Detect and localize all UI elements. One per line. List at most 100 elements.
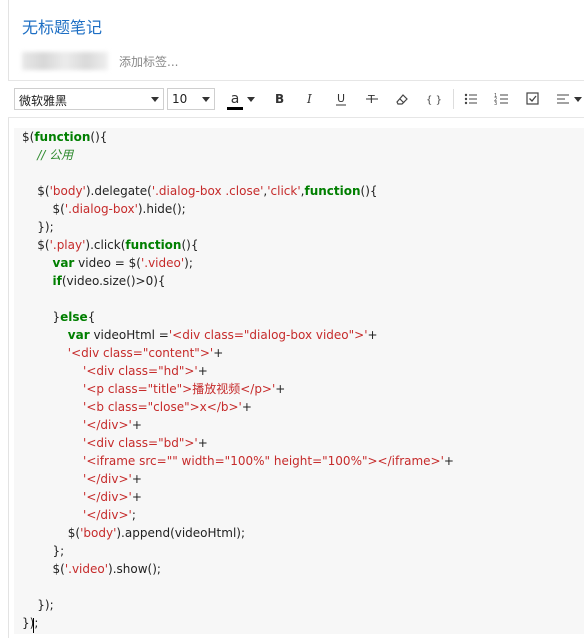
- code-line: $(function(){: [22, 128, 454, 146]
- italic-button[interactable]: I: [302, 89, 318, 109]
- code-token: +: [197, 364, 208, 378]
- font-size-select[interactable]: 10: [167, 88, 215, 110]
- code-token: });: [22, 220, 54, 234]
- note-title[interactable]: 无标题笔记: [22, 14, 102, 38]
- code-token: video = $(: [74, 256, 141, 270]
- code-token: +: [275, 382, 286, 396]
- code-line: };: [22, 542, 454, 560]
- code-token: $(: [22, 526, 81, 540]
- code-token: // 公用: [37, 148, 74, 162]
- code-token: else: [60, 310, 88, 324]
- code-token: '.dialog-box': [64, 202, 138, 216]
- code-token: '</div>': [83, 490, 132, 504]
- code-line: '<div class="bd">'+: [22, 434, 454, 452]
- strikethrough-icon: T: [366, 93, 378, 106]
- code-token: 'click': [267, 184, 301, 198]
- code-line: });: [22, 614, 454, 632]
- code-token: '<div class="content">': [67, 346, 214, 360]
- chevron-down-icon: [574, 97, 582, 102]
- code-token: {: [87, 310, 96, 324]
- color-underline: [227, 107, 243, 110]
- bullet-list-button[interactable]: [463, 89, 479, 109]
- code-token: '</div>': [83, 418, 132, 432]
- bullet-list-icon: [464, 93, 477, 105]
- code-token: '<div class="hd">': [83, 364, 198, 378]
- code-token: videoHtml =: [89, 328, 169, 342]
- align-button[interactable]: [556, 89, 572, 109]
- code-line: if(video.size()>0){: [22, 272, 454, 290]
- chevron-down-icon: [202, 97, 210, 102]
- underline-button[interactable]: U: [333, 89, 349, 109]
- svg-text:3: 3: [494, 101, 497, 107]
- chevron-down-icon: [151, 97, 159, 102]
- code-button[interactable]: { }: [424, 89, 444, 109]
- code-token: +: [131, 490, 142, 504]
- code-token: (video.size()>0){: [61, 274, 166, 288]
- code-line: }else{: [22, 308, 454, 326]
- code-token: ).delegate(: [85, 184, 152, 198]
- code-line: '</div>'+: [22, 488, 454, 506]
- code-token: });: [22, 616, 39, 630]
- code-block: $(function(){ // 公用 $('body').delegate('…: [22, 128, 454, 632]
- add-tag-input[interactable]: 添加标签...: [119, 53, 178, 70]
- font-family-value: 微软雅黑: [19, 94, 68, 108]
- font-size-value: 10: [172, 92, 188, 106]
- code-token: function: [125, 238, 182, 252]
- code-token: $(: [22, 238, 50, 252]
- code-line: $('body').delegate('.dialog-box .close',…: [22, 182, 454, 200]
- code-line: var videoHtml ='<div class="dialog-box v…: [22, 326, 454, 344]
- formatting-toolbar: 微软雅黑 10 a B I U T { } 1 2 3: [8, 80, 584, 118]
- code-token: ).hide();: [137, 202, 186, 216]
- code-line: '<b class="close">x</b>'+: [22, 398, 454, 416]
- code-line: '</div>'+: [22, 416, 454, 434]
- code-token: var: [67, 328, 90, 342]
- font-color-button[interactable]: a: [226, 89, 244, 110]
- code-token: };: [22, 544, 65, 558]
- code-token: '<p class="title">播放视频</p>': [83, 382, 276, 396]
- checkbox-button[interactable]: [525, 89, 541, 109]
- align-dropdown[interactable]: [574, 89, 582, 109]
- code-token: (){: [181, 238, 199, 252]
- numbered-list-button[interactable]: 1 2 3: [494, 89, 510, 109]
- code-token: '.dialog-box .close': [151, 184, 264, 198]
- code-token: 'body': [49, 184, 86, 198]
- code-line: '</div>'+: [22, 470, 454, 488]
- code-token: $(: [22, 562, 65, 576]
- code-token: var: [52, 256, 75, 270]
- font-color-dropdown[interactable]: [246, 89, 256, 109]
- code-token: +: [241, 400, 252, 414]
- bold-icon: B: [275, 92, 284, 106]
- code-token: '.video': [140, 256, 185, 270]
- bold-button[interactable]: B: [271, 89, 287, 109]
- code-line: '<div class="hd">'+: [22, 362, 454, 380]
- code-token: ).show();: [108, 562, 161, 576]
- note-editor[interactable]: $(function(){ // 公用 $('body').delegate('…: [14, 128, 584, 634]
- numbered-list-icon: 1 2 3: [494, 93, 508, 107]
- code-token: '</div>': [83, 472, 132, 486]
- code-line: '</div>';: [22, 506, 454, 524]
- code-token: );: [184, 256, 193, 270]
- code-line: $('.video').show();: [22, 560, 454, 578]
- code-token: if: [52, 274, 62, 288]
- code-token: '.play': [49, 238, 86, 252]
- code-line: $('body').append(videoHtml);: [22, 524, 454, 542]
- code-line: '<div class="content">'+: [22, 344, 454, 362]
- code-token: ;: [131, 508, 136, 522]
- clear-format-button[interactable]: [394, 89, 410, 109]
- svg-text:U: U: [337, 92, 345, 105]
- strikethrough-button[interactable]: T: [364, 89, 380, 109]
- underline-icon: U: [336, 92, 346, 106]
- code-token: +: [213, 346, 224, 360]
- font-family-select[interactable]: 微软雅黑: [14, 88, 164, 110]
